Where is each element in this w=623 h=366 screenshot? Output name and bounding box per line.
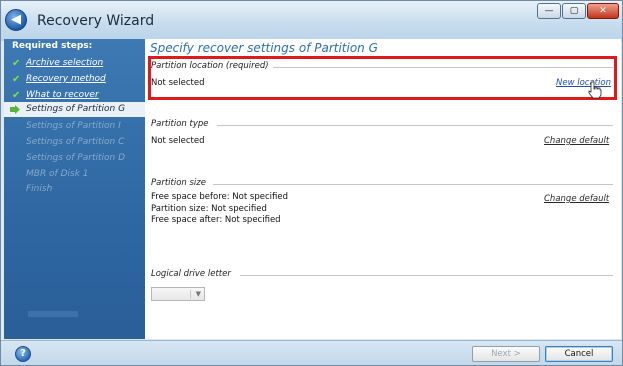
steps-sidebar: Required steps: ✔ Archive selection ✔ Re… [4,39,145,339]
sidebar-item-what-to-recover[interactable]: ✔ What to recover [4,88,145,103]
back-arrow-icon[interactable]: ◀ [5,9,27,31]
checkmark-icon: ✔ [12,58,21,69]
logical-drive-letter-label: Logical drive letter [151,269,231,279]
maximize-button[interactable]: ▢ [562,3,586,19]
sidebar-item-settings-partition-g[interactable]: Settings of Partition G [4,102,145,117]
drive-letter-select[interactable]: ▼ [151,287,205,301]
sidebar-item-settings-partition-d: Settings of Partition D [4,151,145,166]
title-bar: ◀ Recovery Wizard — ▢ ✕ [1,1,622,39]
sidebar-item-label: Settings of Partition C [26,137,125,147]
free-space-before: Free space before: Not specified [151,192,288,202]
sidebar-item-label: What to recover [26,90,99,100]
cancel-button[interactable]: Cancel [545,346,613,362]
change-default-type-link[interactable]: Change default [544,136,609,146]
sidebar-item-label: Recovery method [26,74,106,84]
window-title: Recovery Wizard [37,13,155,29]
sidebar-item-label: Settings of Partition D [26,153,126,163]
section-divider [213,184,613,185]
sidebar-item-label: Settings of Partition G [26,104,126,114]
sidebar-item-label: MBR of Disk 1 [26,169,89,179]
sidebar-item-settings-partition-c: Settings of Partition C [4,135,145,150]
highlight-annotation [148,56,617,100]
sidebar-item-label: Archive selection [26,58,104,68]
sidebar-item-label: Settings of Partition I [26,121,121,131]
free-space-after: Free space after: Not specified [151,215,281,225]
minimize-button[interactable]: — [537,3,561,19]
partition-type-label: Partition type [151,119,209,129]
sidebar-item-finish: Finish [4,182,145,197]
recovery-wizard-window: ◀ Recovery Wizard — ▢ ✕ Required steps: … [0,0,623,366]
change-default-size-link[interactable]: Change default [544,194,609,204]
steps-header: Required steps: [12,41,93,51]
close-button[interactable]: ✕ [587,3,619,19]
sidebar-item-label: Finish [26,184,53,194]
help-icon[interactable]: ? [15,346,31,362]
sidebar-item-recovery-method[interactable]: ✔ Recovery method [4,72,145,87]
partition-size-value: Partition size: Not specified [151,204,267,214]
partition-size-label: Partition size [151,178,206,188]
chevron-down-icon: ▼ [195,290,201,298]
section-divider [240,275,613,276]
sidebar-item-mbr-disk-1: MBR of Disk 1 [4,167,145,182]
sidebar-item-archive-selection[interactable]: ✔ Archive selection [4,56,145,71]
current-step-arrow-icon [10,105,20,114]
next-button[interactable]: Next > [472,346,540,362]
sidebar-item-settings-partition-i: Settings of Partition I [4,119,145,134]
page-title: Specify recover settings of Partition G [150,41,378,55]
section-divider [217,125,613,126]
footer-bar: ? Next > Cancel [1,340,622,365]
sidebar-placeholder [28,311,78,317]
checkmark-icon: ✔ [12,74,21,85]
hand-cursor-icon [588,81,602,99]
partition-type-value: Not selected [151,136,205,146]
checkmark-icon: ✔ [12,90,21,101]
